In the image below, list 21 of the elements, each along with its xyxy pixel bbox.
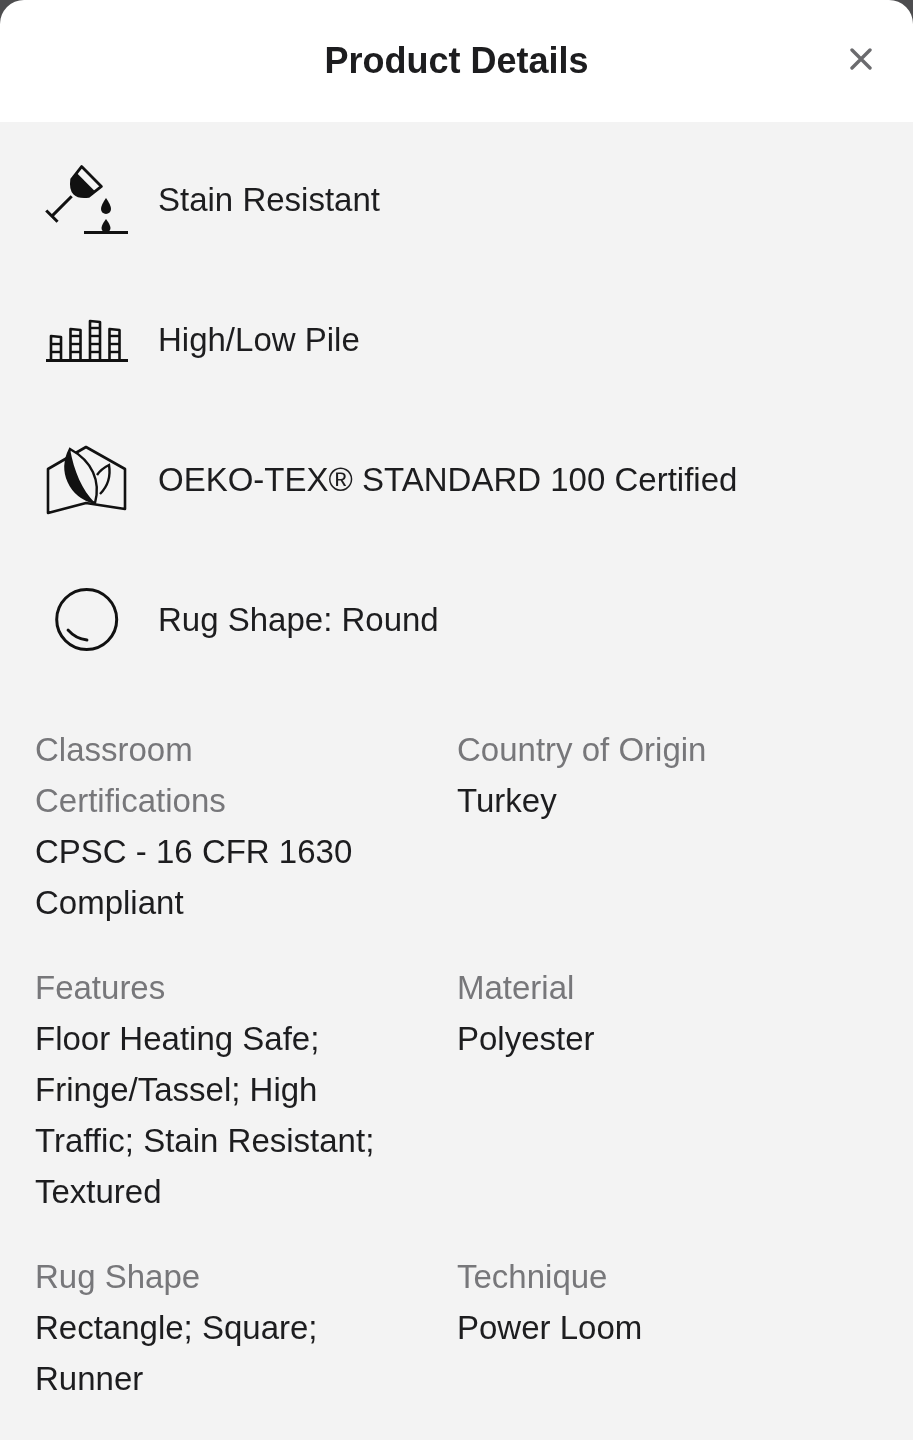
spec-value: Power Loom (457, 1308, 643, 1348)
spec-value: Floor Heating Safe; Fringe/Tassel; High Traffic; Stain Resistant; Textured (35, 1019, 376, 1212)
spec-value: Turkey (457, 781, 557, 821)
spec-label: Rug Shape (35, 1257, 201, 1297)
feature-label: High/Low Pile (158, 320, 360, 360)
feature-label: OEKO-TEX® STANDARD 100 Certified (158, 460, 738, 500)
stacked-columns-icon (44, 317, 130, 363)
spec-label: Material (457, 968, 575, 1008)
spec-label: Country of Origin (457, 730, 707, 770)
close-icon (850, 48, 872, 70)
pouring-glass-icon (44, 164, 130, 236)
spec-value: Rectangle; Square; Runner (35, 1308, 319, 1399)
spec-value: Polyester (457, 1019, 595, 1059)
modal-title: Product Details (324, 39, 589, 83)
spec-value: CPSC - 16 CFR 1630 Compliant (35, 832, 354, 923)
spec-label: Technique (457, 1257, 608, 1297)
circle-icon (54, 587, 120, 653)
feature-label: Stain Resistant (158, 180, 380, 220)
spec-label: Features (35, 968, 166, 1008)
feature-label: Rug Shape: Round (158, 600, 439, 640)
spec-label: Classroom Certifications (35, 730, 227, 821)
